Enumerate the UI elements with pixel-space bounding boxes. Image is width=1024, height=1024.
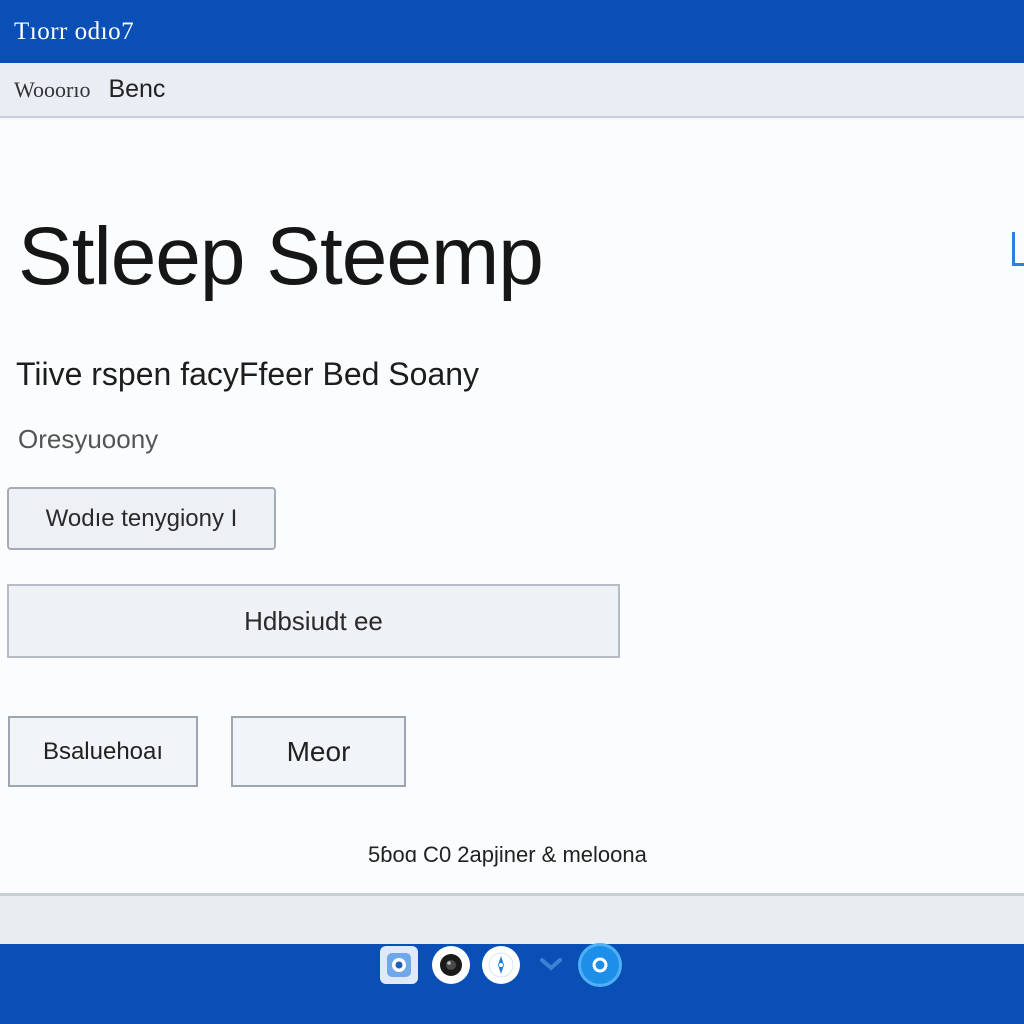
corner-bracket-icon bbox=[1012, 232, 1024, 266]
secondary-button[interactable]: Wodıe tenygiony I bbox=[7, 487, 276, 550]
circle-app-icon[interactable] bbox=[581, 946, 619, 984]
chevron-icon[interactable] bbox=[532, 946, 570, 984]
breadcrumb-item-second[interactable]: Benc bbox=[108, 75, 165, 104]
page-title: Stleep Steemp bbox=[18, 211, 544, 302]
breadcrumb-item-first[interactable]: Wooorıo bbox=[14, 77, 90, 103]
window-title: Tıorr odıo7 bbox=[14, 17, 135, 45]
page-subtitle: Tiive rspen facyFfeer Bed Soany bbox=[16, 356, 480, 392]
action-button-left[interactable]: Bsaluehoaı bbox=[8, 716, 198, 787]
wide-action-field[interactable]: Hdbsiudt ee bbox=[7, 584, 620, 658]
caption-text: Oresyuoony bbox=[18, 424, 159, 454]
window-bottom-strip bbox=[0, 893, 1024, 944]
compass-icon[interactable] bbox=[482, 946, 520, 984]
action-button-right[interactable]: Meor bbox=[231, 716, 406, 787]
camera-icon[interactable] bbox=[432, 946, 470, 984]
footer-text: 5ɓoɑ C0 2apjiner & meloona bbox=[368, 842, 647, 867]
main-content: Stleep Steemp Tiive rspen facyFfeer Bed … bbox=[0, 120, 1024, 893]
breadcrumb: Wooorıo Benc bbox=[0, 63, 1024, 118]
app-icon[interactable] bbox=[380, 946, 418, 984]
title-bar: Tıorr odıo7 bbox=[0, 0, 1024, 63]
